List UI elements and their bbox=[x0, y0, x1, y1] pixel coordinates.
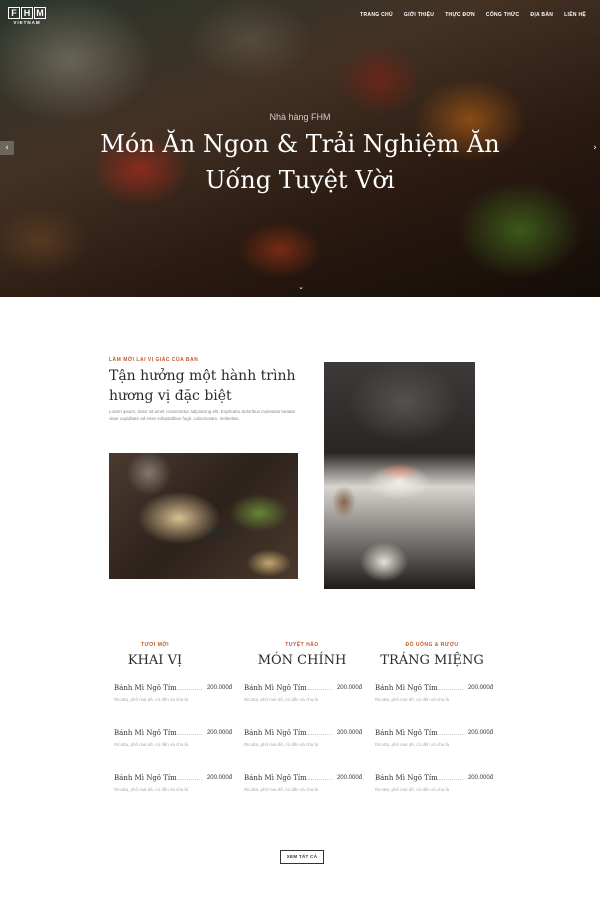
menu-column-desserts: ĐỒ UỐNG & RƯỢU TRÁNG MIỆNG bbox=[362, 642, 502, 670]
menu-item-desc: Ricotta, phô mai dê, củ dền và cha là bbox=[114, 742, 189, 747]
menu-item[interactable]: Bánh Mì Ngô Tím 200.000đ Ricotta, phô mai… bbox=[114, 684, 232, 703]
menu-item-desc: Ricotta, phô mai dê, củ dền và cha là bbox=[375, 787, 450, 792]
menu-item[interactable]: Bánh Mì Ngô Tím 200.000đ Ricotta, phô mai… bbox=[114, 729, 232, 748]
menu-item-name: Bánh Mì Ngô Tím bbox=[114, 774, 177, 782]
about-kicker: LÀM MỚI LẠI VỊ GIÁC CỦA BẠN bbox=[109, 357, 199, 363]
menu-item-desc: Ricotta, phô mai dê, củ dền và cha là bbox=[244, 742, 319, 747]
menu-item-name: Bánh Mì Ngô Tím bbox=[375, 684, 438, 692]
hero-subtitle: Nhà hàng FHM bbox=[269, 112, 331, 122]
hero-title: Món Ăn Ngon & Trải Nghiệm Ăn Uống Tuyệt … bbox=[100, 130, 500, 194]
scroll-down-icon[interactable]: ⌄ bbox=[295, 282, 307, 292]
menu-item-name: Bánh Mì Ngô Tím bbox=[375, 729, 438, 737]
divider bbox=[178, 734, 202, 735]
view-all-button[interactable]: XEM TẤT CẢ bbox=[280, 850, 324, 864]
menu-item-price: 200.000đ bbox=[206, 775, 232, 781]
about-text: Lorem ipsum, dolor sit amet consectetur … bbox=[109, 409, 296, 421]
nav-menu[interactable]: THỰC ĐƠN bbox=[445, 12, 475, 19]
menu-item-desc: Ricotta, phô mai dê, củ dền và cha là bbox=[114, 787, 189, 792]
nav-home[interactable]: TRANG CHỦ bbox=[360, 12, 393, 19]
menu-item-desc: Ricotta, phô mai dê, củ dền và cha là bbox=[375, 742, 450, 747]
column-title: TRÁNG MIỆNG bbox=[380, 653, 484, 668]
menu-item-price: 200.000đ bbox=[206, 730, 232, 736]
hero-banner: F H M VIETNAM TRANG CHỦ GIỚI THIỆU THỰC … bbox=[0, 0, 600, 297]
logo-letter: M bbox=[34, 7, 46, 19]
menu-item-desc: Ricotta, phô mai dê, củ dền và cha là bbox=[244, 787, 319, 792]
divider bbox=[308, 779, 332, 780]
menu-item-price: 200.000đ bbox=[467, 730, 493, 736]
logo-letter: F bbox=[8, 7, 20, 19]
nav-recipes[interactable]: CÔNG THỨC bbox=[486, 12, 520, 19]
column-kicker: TUYỆT HẢO bbox=[285, 642, 319, 648]
menu-item[interactable]: Bánh Mì Ngô Tím 200.000đ Ricotta, phô mai… bbox=[375, 729, 493, 748]
slider-prev-icon[interactable]: ‹ bbox=[0, 141, 14, 155]
menu-item-desc: Ricotta, phô mai dê, củ dền và cha là bbox=[375, 697, 450, 702]
menu-item-name: Bánh Mì Ngô Tím bbox=[244, 729, 307, 737]
column-kicker: ĐỒ UỐNG & RƯỢU bbox=[405, 642, 459, 648]
menu-item-price: 200.000đ bbox=[336, 730, 362, 736]
menu-item[interactable]: Bánh Mì Ngô Tím 200.000đ Ricotta, phô mai… bbox=[244, 684, 362, 703]
nav-contact[interactable]: LIÊN HỆ bbox=[564, 12, 586, 19]
menu-item-name: Bánh Mì Ngô Tím bbox=[114, 729, 177, 737]
menu-item[interactable]: Bánh Mì Ngô Tím 200.000đ Ricotta, phô mai… bbox=[114, 774, 232, 793]
menu-item-name: Bánh Mì Ngô Tím bbox=[114, 684, 177, 692]
logo-mark: F H M bbox=[8, 7, 46, 19]
menu-item[interactable]: Bánh Mì Ngô Tím 200.000đ Ricotta, phô mai… bbox=[244, 729, 362, 748]
about-title: Tận hưởng một hành trình hương vị đặc bi… bbox=[109, 368, 296, 404]
menu-item-desc: Ricotta, phô mai dê, củ dền và cha là bbox=[114, 697, 189, 702]
menu-item-desc: Ricotta, phô mai dê, củ dền và cha là bbox=[244, 697, 319, 702]
divider bbox=[178, 779, 202, 780]
logo-letter: H bbox=[21, 7, 33, 19]
food-photo-grilled bbox=[109, 453, 298, 579]
divider bbox=[439, 734, 463, 735]
column-kicker: TƯƠI MỚI bbox=[140, 642, 170, 648]
slider-next-icon[interactable]: › bbox=[590, 141, 600, 155]
divider bbox=[178, 689, 202, 690]
menu-item-price: 200.000đ bbox=[206, 685, 232, 691]
divider bbox=[439, 779, 463, 780]
divider bbox=[439, 689, 463, 690]
column-title: MÓN CHÍNH bbox=[257, 653, 347, 668]
menu-column-mains: TUYỆT HẢO MÓN CHÍNH bbox=[232, 642, 372, 670]
menu-column-starters: TƯƠI MỚI KHAI VỊ bbox=[85, 642, 225, 670]
nav-about[interactable]: GIỚI THIỆU bbox=[404, 12, 434, 19]
menu-item-name: Bánh Mì Ngô Tím bbox=[375, 774, 438, 782]
menu-item-price: 200.000đ bbox=[467, 775, 493, 781]
divider bbox=[308, 689, 332, 690]
menu-item-name: Bánh Mì Ngô Tím bbox=[244, 774, 307, 782]
food-photo-dining bbox=[324, 362, 475, 589]
main-nav: TRANG CHỦ GIỚI THIỆU THỰC ĐƠN CÔNG THỨC … bbox=[360, 12, 586, 19]
nav-locations[interactable]: ĐỊA BÀN bbox=[530, 12, 553, 19]
menu-item-price: 200.000đ bbox=[336, 685, 362, 691]
logo[interactable]: F H M VIETNAM bbox=[8, 7, 46, 27]
menu-item[interactable]: Bánh Mì Ngô Tím 200.000đ Ricotta, phô mai… bbox=[375, 684, 493, 703]
menu-item-price: 200.000đ bbox=[467, 685, 493, 691]
menu-item-price: 200.000đ bbox=[336, 775, 362, 781]
divider bbox=[308, 734, 332, 735]
menu-item[interactable]: Bánh Mì Ngô Tím 200.000đ Ricotta, phô mai… bbox=[375, 774, 493, 793]
column-title: KHAI VỊ bbox=[127, 653, 183, 668]
menu-item[interactable]: Bánh Mì Ngô Tím 200.000đ Ricotta, phô mai… bbox=[244, 774, 362, 793]
menu-item-name: Bánh Mì Ngô Tím bbox=[244, 684, 307, 692]
logo-subtitle: VIETNAM bbox=[13, 20, 41, 25]
